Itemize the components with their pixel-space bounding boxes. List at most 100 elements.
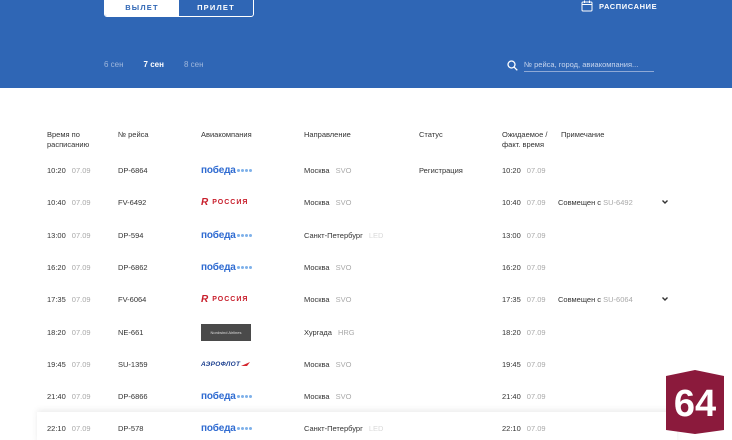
- direction-cell: Санкт-Петербург LED: [304, 219, 383, 251]
- scheduled-time: 16:20: [47, 262, 66, 272]
- airline-logo: победа: [201, 391, 252, 402]
- airport-code: SVO: [335, 262, 352, 272]
- tab-arrival[interactable]: ПРИЛЕТ: [179, 0, 253, 16]
- col-scheduled-line1: Время по: [47, 130, 80, 139]
- airline-cell: R РОССИЯ: [201, 186, 248, 218]
- logo-dots: [236, 168, 252, 172]
- direction-cell: Москва SVO: [304, 186, 351, 218]
- col-flight: № рейса: [118, 130, 149, 139]
- table-row[interactable]: 16:20 07.09 DP-6862 победа Москва SVO 16:20 07.…: [0, 251, 732, 283]
- table-row[interactable]: 10:40 07.09 FV-6492 R РОССИЯ Москва SVO 10:40 07…: [0, 186, 732, 218]
- table-row[interactable]: 17:35 07.09 FV-6064 R РОССИЯ Москва SVO 17:35 07…: [0, 283, 732, 315]
- direction-city: Санкт-Петербург: [304, 423, 363, 433]
- date-selector: 6 сен 7 сен 8 сен: [104, 60, 204, 69]
- date-tab[interactable]: 6 сен: [104, 60, 124, 69]
- expected-time-cell: 10:40 07.09: [502, 186, 546, 218]
- scheduled-date: 07.09: [71, 327, 91, 337]
- airport-code: SVO: [335, 165, 352, 175]
- scheduled-time: 10:40: [47, 197, 66, 207]
- logo-dots: [236, 233, 252, 237]
- status-cell: Регистрация: [419, 165, 463, 175]
- table-row[interactable]: 13:00 07.09 DP-594 победа Санкт-Петербург LED…: [0, 219, 732, 251]
- direction-cell: Москва SVO: [304, 283, 351, 315]
- airport-code: SVO: [335, 391, 352, 401]
- schedule-link[interactable]: РАСПИСАНИЕ: [581, 0, 657, 12]
- airline-cell: АЭРОФЛОТ: [201, 348, 251, 380]
- table-row[interactable]: 19:45 07.09 SU-1359 АЭРОФЛОТ Москва SVO 19:45 0…: [0, 348, 732, 380]
- direction-city: Москва: [304, 391, 330, 401]
- scheduled-date: 07.09: [71, 165, 91, 175]
- tab-departure[interactable]: ВЫЛЕТ: [105, 0, 179, 16]
- scheduled-date: 07.09: [71, 423, 91, 433]
- expected-date: 07.09: [526, 423, 546, 433]
- scheduled-time: 18:20: [47, 327, 66, 337]
- flight-number: DP-6864: [118, 165, 148, 175]
- expected-time: 13:00: [502, 230, 521, 240]
- scheduled-time-cell: 10:40 07.09: [47, 186, 91, 218]
- note-prefix: Совмещен с: [558, 197, 604, 207]
- flight-number: SU-1359: [118, 359, 148, 369]
- logo-text: победа: [201, 164, 236, 176]
- logo-text: победа: [201, 229, 236, 241]
- table-row[interactable]: 22:10 07.09 DP-578 победа Санкт-Петербург LED…: [37, 412, 677, 440]
- expected-time: 22:10: [502, 423, 521, 433]
- scheduled-time: 21:40: [47, 391, 66, 401]
- table-row[interactable]: 18:20 07.09 NE-661 Nordwind Airlines Хургада…: [0, 316, 732, 348]
- logo-dots: [236, 394, 252, 398]
- note-text: Совмещен с SU-6492: [558, 198, 633, 207]
- expected-date: 07.09: [526, 165, 546, 175]
- airline-cell: победа: [201, 380, 252, 412]
- col-scheduled-line2: расписанию: [47, 140, 90, 149]
- note-prefix: Совмещен с: [558, 294, 604, 304]
- col-airline: Авиакомпания: [201, 130, 252, 139]
- airport-code: SVO: [335, 294, 352, 304]
- direction-city: Москва: [304, 197, 330, 207]
- direction-toggle: ВЫЛЕТ ПРИЛЕТ: [104, 0, 254, 17]
- expected-date: 07.09: [526, 262, 546, 272]
- scheduled-time-cell: 22:10 07.09: [47, 412, 91, 440]
- expected-time-cell: 19:45 07.09: [502, 348, 546, 380]
- expected-time-cell: 10:20 07.09: [502, 154, 546, 186]
- note-cell: Совмещен с SU-6492: [558, 186, 633, 218]
- table-row[interactable]: 10:20 07.09 DP-6864 победа Москва SVO Регистра…: [0, 154, 732, 186]
- expected-time: 18:20: [502, 327, 521, 337]
- note-cell: Совмещен с SU-6064: [558, 283, 633, 315]
- date-tab[interactable]: 8 сен: [184, 60, 204, 69]
- flight-number: DP-6862: [118, 262, 148, 272]
- direction-city: Санкт-Петербург: [304, 230, 363, 240]
- airport-code: SVO: [335, 197, 352, 207]
- note-codeshare: SU-6064: [603, 294, 633, 304]
- search-input[interactable]: [524, 58, 654, 72]
- chevron-down-icon[interactable]: [661, 198, 669, 206]
- logo-text: победа: [201, 261, 236, 273]
- direction-cell: Москва SVO: [304, 380, 351, 412]
- direction-cell: Москва SVO: [304, 251, 351, 283]
- note-codeshare: SU-6492: [603, 197, 633, 207]
- expected-time-cell: 21:40 07.09: [502, 380, 546, 412]
- expected-time-cell: 16:20 07.09: [502, 251, 546, 283]
- scheduled-date: 07.09: [71, 294, 91, 304]
- chevron-down-icon[interactable]: [661, 295, 669, 303]
- scheduled-time-cell: 21:40 07.09: [47, 380, 91, 412]
- expected-time: 10:20: [502, 165, 521, 175]
- airport-code: HRG: [337, 327, 355, 337]
- logo-text: победа: [201, 422, 236, 434]
- scheduled-time: 17:35: [47, 294, 66, 304]
- scheduled-time-cell: 18:20 07.09: [47, 316, 91, 348]
- airline-logo: АЭРОФЛОТ: [201, 361, 251, 368]
- scheduled-time: 13:00: [47, 230, 66, 240]
- expected-date: 07.09: [526, 391, 546, 401]
- flight-number: NE-661: [118, 327, 144, 337]
- scheduled-date: 07.09: [71, 391, 91, 401]
- note-text: Совмещен с SU-6064: [558, 295, 633, 304]
- date-tab[interactable]: 7 сен: [144, 60, 164, 69]
- logo-text: РОССИЯ: [212, 198, 249, 206]
- airline-cell: Nordwind Airlines: [201, 316, 251, 348]
- scheduled-time: 10:20: [47, 165, 66, 175]
- direction-cell: Москва SVO: [304, 154, 351, 186]
- table-row[interactable]: 21:40 07.09 DP-6866 победа Москва SVO 21:40 07.…: [0, 380, 732, 412]
- col-expected: Ожидаемое / факт. время: [502, 130, 547, 150]
- header-bar: ВЫЛЕТ ПРИЛЕТ РАСПИСАНИЕ 6 сен 7 сен 8 сен: [0, 0, 732, 88]
- schedule-label: РАСПИСАНИЕ: [599, 1, 658, 11]
- airline-cell: победа: [201, 154, 252, 186]
